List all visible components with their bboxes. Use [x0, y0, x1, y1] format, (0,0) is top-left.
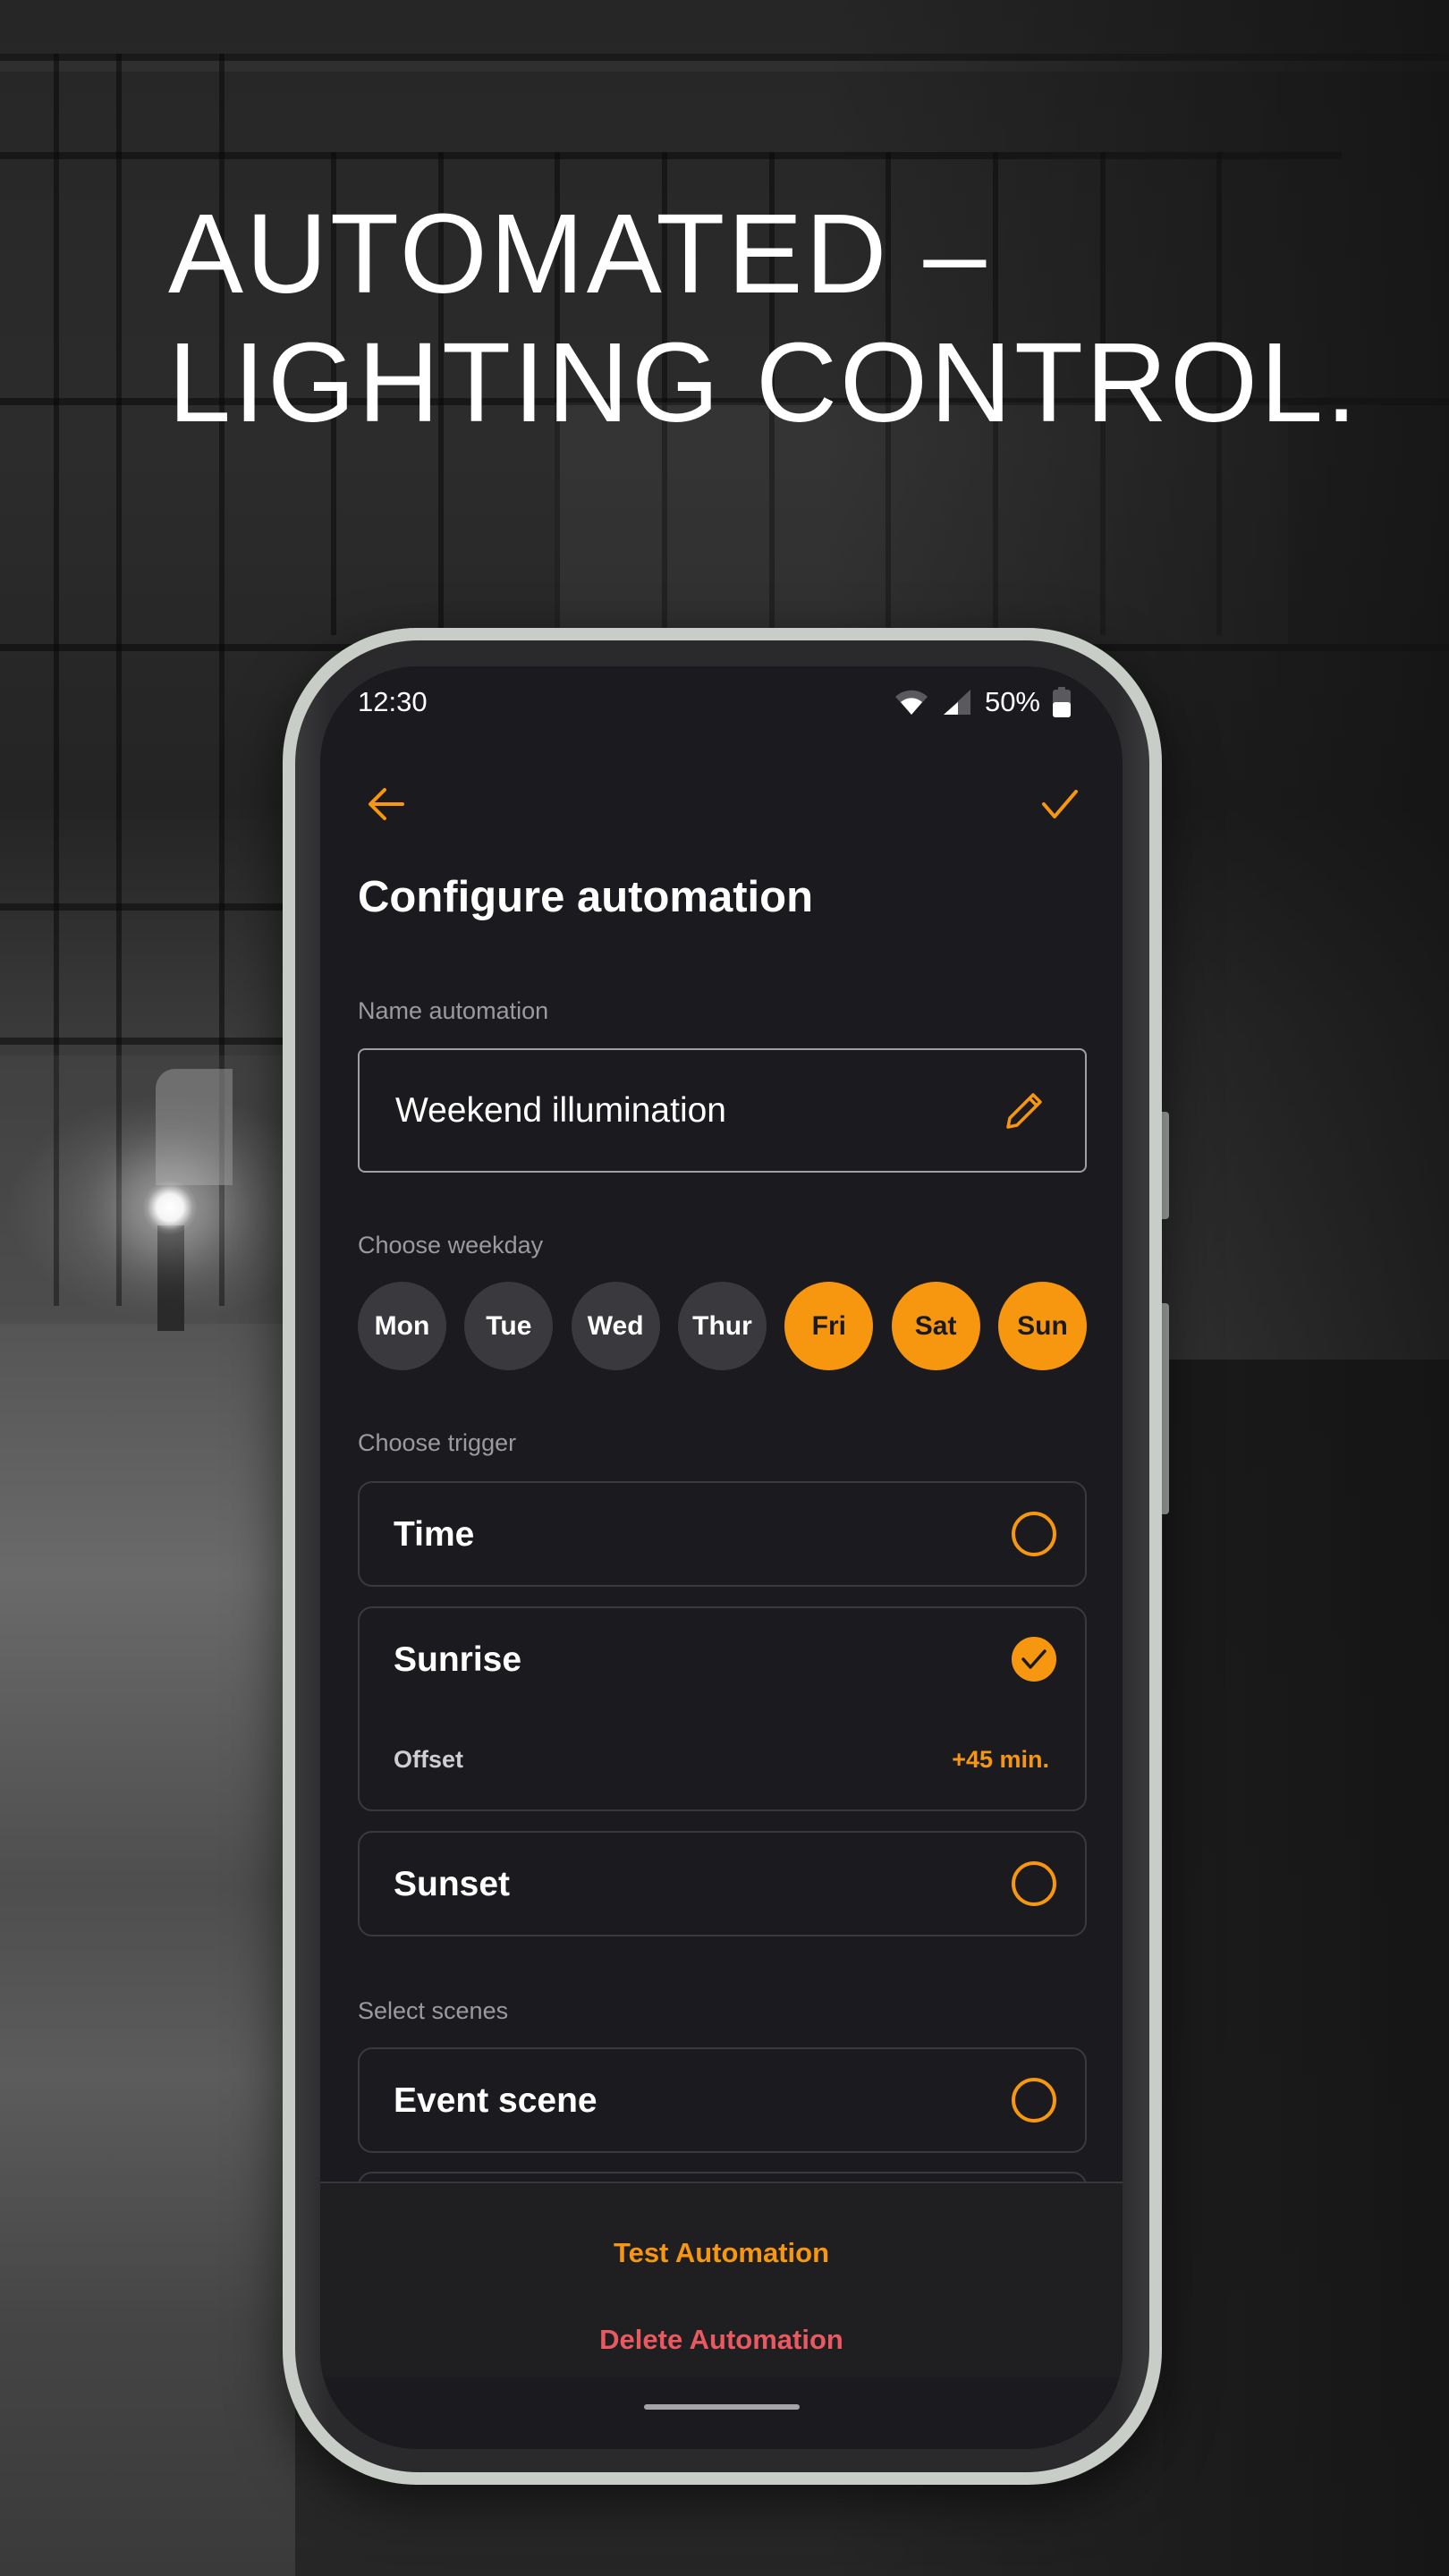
day-label: Sun — [1017, 1310, 1068, 1341]
status-time: 12:30 — [358, 686, 428, 717]
trigger-option-label: Sunrise — [394, 1640, 522, 1679]
pencil-icon — [1006, 1092, 1042, 1129]
radio-unselected-icon[interactable] — [1012, 2078, 1056, 2123]
day-label: Thur — [692, 1310, 752, 1341]
day-thur[interactable]: Thur — [677, 1282, 767, 1370]
test-automation-button[interactable]: Test Automation — [320, 2237, 1123, 2269]
battery-percent: 50% — [984, 686, 1040, 717]
cellular-signal-icon — [942, 688, 972, 716]
delete-automation-button[interactable]: Delete Automation — [320, 2324, 1123, 2356]
day-label: Wed — [587, 1310, 644, 1341]
weekday-selector: Mon Tue Wed Thur Fri Sat Sun — [358, 1282, 1087, 1370]
choose-trigger-label: Choose trigger — [358, 1429, 517, 1456]
day-label: Sat — [914, 1310, 957, 1341]
trigger-option-sunset[interactable]: Sunset — [358, 1831, 1087, 1936]
wifi-icon — [894, 688, 929, 716]
day-mon[interactable]: Mon — [358, 1282, 446, 1370]
phone-volume-button — [1162, 1303, 1169, 1514]
headline: AUTOMATED – LIGHTING CONTROL. — [168, 190, 1360, 447]
scene-option-label: Event scene — [394, 2081, 597, 2120]
arrow-left-icon — [369, 788, 404, 820]
day-wed[interactable]: Wed — [571, 1282, 660, 1370]
offset-value[interactable]: +45 min. — [952, 1746, 1049, 1774]
phone-screen: 12:30 50% Configure automation Name auto… — [320, 666, 1123, 2449]
day-sun[interactable]: Sun — [997, 1282, 1087, 1370]
day-label: Mon — [374, 1310, 430, 1341]
day-fri[interactable]: Fri — [784, 1282, 874, 1370]
checkmark-icon — [1021, 1649, 1046, 1669]
name-automation-label: Name automation — [358, 997, 549, 1024]
radio-unselected-icon[interactable] — [1012, 1861, 1056, 1906]
trigger-option-label: Sunset — [394, 1865, 511, 1903]
headline-line-2: LIGHTING CONTROL. — [168, 319, 1360, 445]
trigger-option-time[interactable]: Time — [358, 1481, 1087, 1587]
day-sat[interactable]: Sat — [891, 1282, 980, 1370]
trigger-option-label: Time — [394, 1515, 475, 1554]
day-tue[interactable]: Tue — [464, 1282, 554, 1370]
edit-name-button[interactable] — [999, 1086, 1049, 1136]
radio-checked-icon[interactable] — [1012, 1637, 1056, 1682]
automation-name-value[interactable]: Weekend illumination — [395, 1091, 999, 1131]
choose-weekday-label: Choose weekday — [358, 1232, 544, 1258]
page-title: Configure automation — [358, 873, 814, 921]
automation-name-input[interactable]: Weekend illumination — [358, 1048, 1087, 1173]
radio-unselected-icon[interactable] — [1012, 1512, 1056, 1556]
trigger-option-sunrise[interactable]: Sunrise Offset +45 min. — [358, 1606, 1087, 1811]
phone-power-button — [1162, 1112, 1169, 1219]
battery-icon — [1053, 687, 1071, 717]
home-indicator[interactable] — [644, 2404, 800, 2410]
status-icons: 50% — [894, 686, 1071, 718]
select-scenes-label: Select scenes — [358, 1997, 509, 2024]
headline-line-1: AUTOMATED – — [168, 191, 989, 317]
save-button[interactable] — [1033, 777, 1087, 831]
offset-label: Offset — [394, 1746, 464, 1773]
street-lamp — [143, 1181, 197, 1234]
checkmark-icon — [1042, 790, 1078, 818]
system-nav-bar — [320, 2377, 1123, 2449]
back-button[interactable] — [360, 777, 413, 831]
day-label: Tue — [486, 1310, 532, 1341]
day-label: Fri — [811, 1310, 846, 1341]
scene-option-event[interactable]: Event scene — [358, 2047, 1087, 2153]
